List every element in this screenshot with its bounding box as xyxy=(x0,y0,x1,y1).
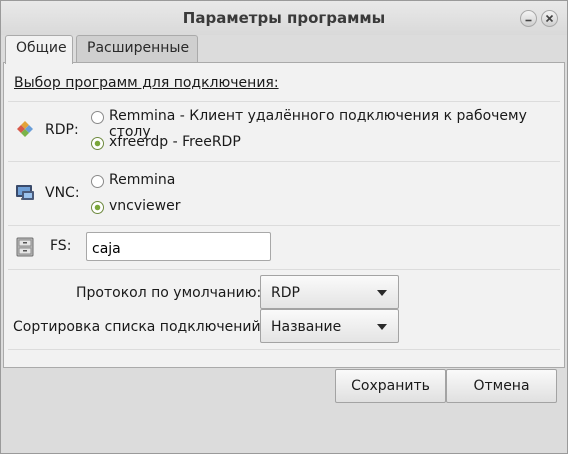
chevron-down-icon xyxy=(377,290,387,296)
minimize-icon[interactable] xyxy=(520,10,537,27)
vnc-remmina-label[interactable]: Remmina xyxy=(109,172,175,188)
divider xyxy=(8,161,560,162)
divider xyxy=(8,349,560,350)
rdp-icon xyxy=(14,119,36,145)
close-icon[interactable] xyxy=(541,10,558,27)
default-protocol-select[interactable]: RDP xyxy=(260,275,399,309)
vnc-label: VNC: xyxy=(45,185,80,201)
preferences-window: Параметры программы Общие Расширенные Вы… xyxy=(0,0,568,454)
tab-advanced[interactable]: Расширенные xyxy=(76,35,198,62)
window-title: Параметры программы xyxy=(182,9,386,27)
sort-order-label: Сортировка списка подключений: xyxy=(13,319,266,335)
general-tab-panel: Выбор программ для подключения: RDP: Rem… xyxy=(3,62,565,368)
vnc-remmina-radio[interactable] xyxy=(91,175,104,188)
rdp-xfreerdp-label[interactable]: xfreerdp - FreeRDP xyxy=(109,134,241,150)
rdp-remmina-radio[interactable] xyxy=(91,111,104,124)
rdp-label: RDP: xyxy=(45,122,79,138)
save-button[interactable]: Сохранить xyxy=(335,369,446,403)
divider xyxy=(8,225,560,226)
vnc-vncviewer-label[interactable]: vncviewer xyxy=(109,198,180,214)
default-protocol-label: Протокол по умолчанию: xyxy=(76,285,262,301)
default-protocol-value: RDP xyxy=(271,285,300,301)
rdp-xfreerdp-radio[interactable] xyxy=(91,137,104,150)
vnc-vncviewer-radio[interactable] xyxy=(91,201,104,214)
fs-label: FS: xyxy=(50,238,72,254)
sort-order-select[interactable]: Название xyxy=(260,309,399,343)
tab-general[interactable]: Общие xyxy=(5,35,73,64)
section-title: Выбор программ для подключения: xyxy=(14,75,279,91)
file-cabinet-icon xyxy=(15,237,35,261)
title-bar[interactable]: Параметры программы xyxy=(1,1,567,35)
divider xyxy=(8,269,560,270)
cancel-button[interactable]: Отмена xyxy=(446,369,557,403)
sort-order-value: Название xyxy=(271,319,342,335)
fs-program-input[interactable] xyxy=(86,232,271,261)
divider xyxy=(8,101,560,102)
vnc-monitor-icon xyxy=(14,182,36,208)
chevron-down-icon xyxy=(377,324,387,330)
